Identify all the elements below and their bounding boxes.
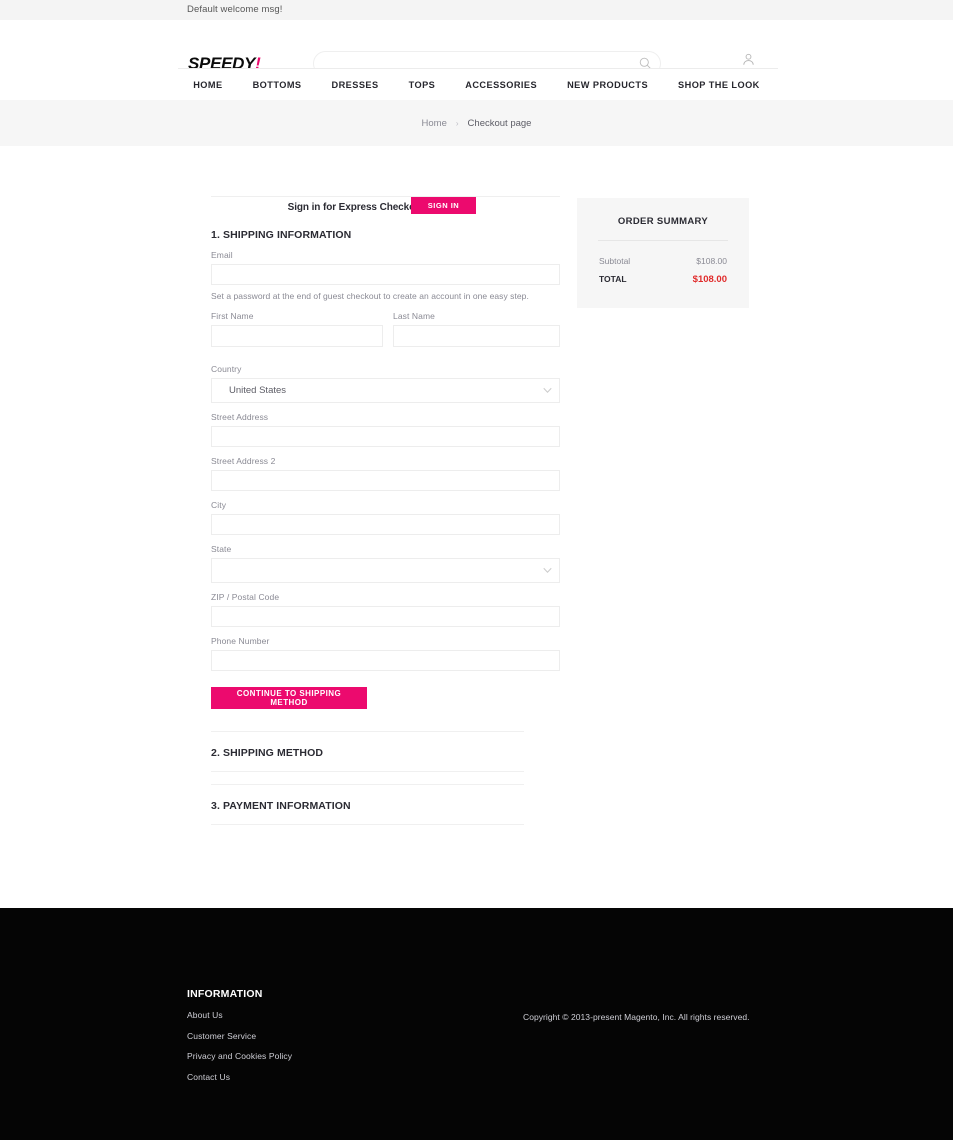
total-label: TOTAL [599,274,627,284]
country-label: Country [211,364,242,374]
city-field-group: City [211,500,560,535]
phone-field-group: Phone Number [211,636,560,671]
street-address-input[interactable] [211,426,560,447]
footer-link-about-us[interactable]: About Us [187,1010,292,1020]
shipping-information-heading: 1. SHIPPING INFORMATION [211,229,352,241]
street-address-2-input[interactable] [211,470,560,491]
subtotal-value: $108.00 [696,256,727,266]
checkout-form-column: Sign in for Express Checkout SIGN IN 1. … [211,196,560,825]
footer-link-list: About Us Customer Service Privacy and Co… [187,1010,292,1092]
nav-item-bottoms[interactable]: BOTTOMS [253,80,302,90]
country-select-wrap: United States [211,378,560,403]
breadcrumb-separator: › [455,118,459,128]
zip-input[interactable] [211,606,560,627]
breadcrumb: Home › Checkout page [0,100,953,146]
first-name-input[interactable] [211,325,383,347]
phone-label: Phone Number [211,636,270,646]
welcome-bar: Default welcome msg! [0,0,953,20]
order-summary-panel: ORDER SUMMARY Subtotal $108.00 TOTAL $10… [577,198,749,308]
zip-field-group: ZIP / Postal Code [211,592,560,627]
nav-item-accessories[interactable]: ACCESSORIES [465,80,537,90]
continue-to-shipping-method-button[interactable]: CONTINUE TO SHIPPING METHOD [211,687,367,709]
nav-item-home[interactable]: HOME [193,80,222,90]
password-hint-text: Set a password at the end of guest check… [211,291,529,301]
street-address-2-label: Street Address 2 [211,456,276,466]
email-label: Email [211,250,233,260]
footer-link-contact-us[interactable]: Contact Us [187,1072,292,1082]
nav-item-new-products[interactable]: NEW PRODUCTS [567,80,648,90]
subtotal-label: Subtotal [599,256,631,266]
name-fields-row: First Name Last Name [211,311,560,355]
city-input[interactable] [211,514,560,535]
state-field-group: State [211,544,560,583]
order-summary-divider [598,240,728,241]
breadcrumb-home[interactable]: Home [422,118,447,129]
sign-in-button[interactable]: SIGN IN [411,197,476,214]
breadcrumb-current: Checkout page [467,117,532,129]
phone-input[interactable] [211,650,560,671]
checkout-page: Default welcome msg! SPEEDY! My Account … [0,0,953,1140]
nav-item-shop-the-look[interactable]: SHOP THE LOOK [678,80,760,90]
state-label: State [211,544,232,554]
total-value: $108.00 [692,274,727,285]
state-select[interactable] [211,558,560,583]
street-address-field-group: Street Address [211,412,560,447]
footer-link-customer-service[interactable]: Customer Service [187,1031,292,1041]
shipping-method-heading: 2. SHIPPING METHOD [211,747,324,759]
shipping-method-section[interactable]: 2. SHIPPING METHOD [211,731,524,772]
street-address-label: Street Address [211,412,269,422]
state-select-wrap [211,558,560,583]
main-navigation: HOME BOTTOMS DRESSES TOPS ACCESSORIES NE… [0,69,953,100]
last-name-label: Last Name [393,311,436,321]
summary-row-subtotal: Subtotal $108.00 [577,256,749,266]
welcome-message: Default welcome msg! [187,4,283,15]
copyright-text: Copyright © 2013-present Magento, Inc. A… [523,1012,750,1022]
last-name-field-group: Last Name [393,311,560,347]
footer-heading-information: INFORMATION [187,988,263,1000]
country-field-group: Country United States [211,364,560,403]
nav-item-tops[interactable]: TOPS [409,80,436,90]
country-select-value: United States [229,385,287,396]
country-select[interactable]: United States [211,378,560,403]
payment-information-heading: 3. PAYMENT INFORMATION [211,800,351,812]
order-summary-title: ORDER SUMMARY [617,216,709,227]
site-footer: INFORMATION About Us Customer Service Pr… [0,908,953,1140]
first-name-label: First Name [211,311,254,321]
email-field-group: Email [211,250,560,285]
city-label: City [211,500,227,510]
last-name-input[interactable] [393,325,560,347]
nav-item-dresses[interactable]: DRESSES [332,80,379,90]
breadcrumb-band: Home › Checkout page [0,100,953,146]
summary-row-total: TOTAL $108.00 [577,274,749,285]
footer-link-privacy-policy[interactable]: Privacy and Cookies Policy [187,1051,292,1061]
zip-label: ZIP / Postal Code [211,592,280,602]
street-address-2-field-group: Street Address 2 [211,456,560,491]
payment-information-section[interactable]: 3. PAYMENT INFORMATION [211,784,524,825]
email-input[interactable] [211,264,560,285]
first-name-field-group: First Name [211,311,384,347]
user-icon [742,53,754,65]
express-checkout-row: Sign in for Express Checkout SIGN IN [211,196,560,216]
site-header: SPEEDY! My Account [0,20,953,82]
